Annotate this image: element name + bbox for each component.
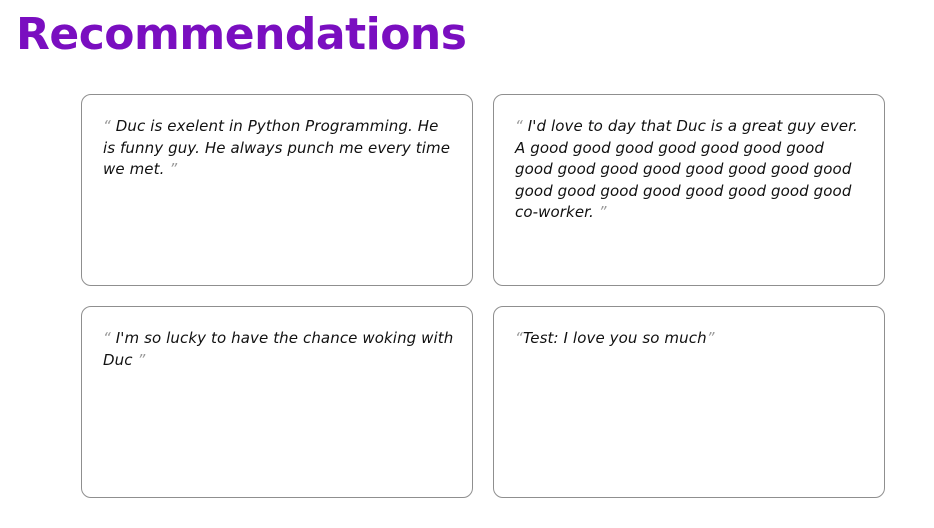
recommendation-body: I'd love to day that Duc is a great guy … [515, 117, 858, 221]
open-quote-mark: “ [103, 117, 116, 135]
recommendation-body: Duc is exelent in Python Programming. He… [103, 117, 451, 178]
open-quote-mark: “ [515, 329, 523, 347]
recommendation-card: “ I'm so lucky to have the chance woking… [81, 306, 473, 498]
recommendation-card: “Test: I love you so much” [493, 306, 885, 498]
close-quote-mark: ” [593, 203, 607, 221]
close-quote-mark: ” [706, 329, 715, 347]
close-quote-mark: ” [164, 160, 178, 178]
recommendation-body: I'm so lucky to have the chance woking w… [103, 329, 454, 369]
recommendation-text: “Test: I love you so much” [515, 328, 866, 350]
recommendation-text: “ I'm so lucky to have the chance woking… [103, 328, 454, 371]
recommendation-card: “ I'd love to day that Duc is a great gu… [493, 94, 885, 286]
close-quote-mark: ” [132, 350, 146, 369]
recommendation-card: “ Duc is exelent in Python Programming. … [81, 94, 473, 286]
open-quote-mark: “ [103, 329, 116, 347]
open-quote-mark: “ [515, 117, 528, 135]
page-title: Recommendations [16, 9, 467, 60]
recommendation-text: “ Duc is exelent in Python Programming. … [103, 116, 454, 181]
recommendation-text: “ I'd love to day that Duc is a great gu… [515, 116, 866, 224]
recommendation-body: Test: I love you so much [522, 329, 707, 347]
